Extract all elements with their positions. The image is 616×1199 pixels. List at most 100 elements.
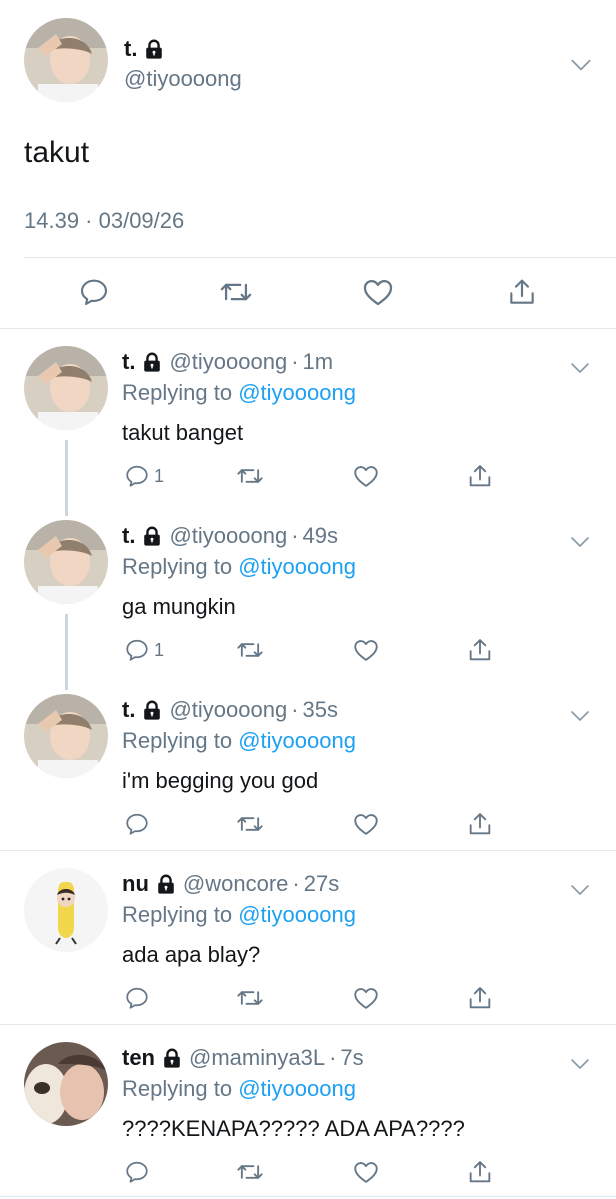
replying-to-link[interactable]: @tiyoooong (238, 902, 356, 927)
share-button[interactable] (466, 808, 494, 840)
tweet-timestamp[interactable]: 14.39 · 03/09/26 (24, 208, 184, 234)
like-button[interactable] (352, 808, 380, 840)
retweet-icon (236, 810, 264, 838)
author-name-text: t. (124, 36, 138, 61)
reply-header: t. @tiyoooong · 1m (122, 346, 333, 378)
like-button[interactable] (352, 982, 380, 1014)
heart-icon (352, 636, 380, 664)
retweet-button[interactable] (236, 982, 264, 1014)
retweet-button[interactable] (218, 274, 254, 310)
retweet-button[interactable] (236, 460, 264, 492)
share-button[interactable] (466, 634, 494, 666)
chevron-down-icon[interactable] (568, 704, 592, 728)
chevron-down-icon[interactable] (568, 1052, 592, 1076)
reply-icon (78, 276, 110, 308)
author-name[interactable]: nu (122, 871, 149, 897)
replying-to-prefix: Replying to (122, 554, 233, 579)
avatar[interactable] (24, 520, 108, 604)
retweet-button[interactable] (236, 634, 264, 666)
share-icon (506, 276, 538, 308)
separator-dot: · (291, 697, 299, 722)
lock-icon (141, 351, 163, 373)
divider (24, 257, 616, 258)
replying-to-link[interactable]: @tiyoooong (238, 380, 356, 405)
divider (0, 1196, 616, 1197)
like-button[interactable] (352, 1156, 380, 1188)
share-button[interactable] (466, 982, 494, 1014)
separator-dot: · (329, 1045, 337, 1070)
lock-icon (161, 1047, 183, 1069)
author-name[interactable]: ten (122, 1045, 155, 1071)
reply-button[interactable] (76, 274, 112, 310)
share-icon (466, 636, 494, 664)
separator-dot: · (292, 871, 300, 896)
reply-icon (124, 1159, 150, 1185)
avatar[interactable] (24, 346, 108, 430)
separator-dot: · (291, 523, 299, 548)
reply-header: t. @tiyoooong · 35s (122, 694, 338, 726)
author-handle[interactable]: @tiyoooong (169, 697, 287, 723)
reply-button[interactable] (124, 808, 150, 840)
author-name[interactable]: t. (122, 349, 135, 375)
reply-text: i'm begging you god (122, 768, 319, 793)
chevron-down-icon[interactable] (568, 52, 594, 78)
author-handle[interactable]: @tiyoooong (169, 523, 287, 549)
chevron-down-icon[interactable] (568, 356, 592, 380)
share-button[interactable] (466, 1156, 494, 1188)
reply-count: 1 (154, 465, 165, 486)
replying-to-prefix: Replying to (122, 902, 233, 927)
chevron-down-icon[interactable] (568, 530, 592, 554)
reply-count: 1 (154, 639, 165, 660)
replying-to-link[interactable]: @tiyoooong (238, 728, 356, 753)
reply-time: 49s (302, 523, 339, 548)
lock-icon (141, 525, 163, 547)
reply-time: 7s (340, 1045, 364, 1070)
like-button[interactable] (352, 634, 380, 666)
reply-icon (124, 985, 150, 1011)
reply-button[interactable]: 1 (124, 460, 164, 492)
like-button[interactable] (352, 460, 380, 492)
author-name: t. (124, 36, 165, 62)
share-button[interactable] (504, 274, 540, 310)
replying-to-prefix: Replying to (122, 1076, 233, 1101)
replying-to-prefix: Replying to (122, 380, 233, 405)
author-handle[interactable]: @woncore (183, 871, 289, 897)
author-name[interactable]: t. (122, 697, 135, 723)
reply-button[interactable] (124, 1156, 150, 1188)
author-handle[interactable]: @maminya3L (189, 1045, 325, 1071)
avatar[interactable] (24, 18, 108, 102)
share-icon (466, 462, 494, 490)
retweet-button[interactable] (236, 808, 264, 840)
replying-to: Replying to @tiyoooong (122, 554, 356, 580)
share-icon (466, 1158, 494, 1186)
lock-icon (155, 873, 177, 895)
reply-button[interactable]: 1 (124, 634, 164, 666)
reply-time: 1m (302, 349, 334, 374)
avatar[interactable] (24, 694, 108, 778)
separator-dot: · (291, 349, 299, 374)
replying-to-link[interactable]: @tiyoooong (238, 554, 356, 579)
divider (0, 1024, 616, 1025)
replying-to: Replying to @tiyoooong (122, 728, 356, 754)
chevron-down-icon[interactable] (568, 878, 592, 902)
author-handle[interactable]: @tiyoooong (169, 349, 287, 375)
retweet-icon (236, 984, 264, 1012)
replying-to-link[interactable]: @tiyoooong (238, 1076, 356, 1101)
reply-text: takut banget (122, 420, 244, 445)
like-button[interactable] (360, 274, 396, 310)
reply-time: 35s (302, 697, 339, 722)
retweet-icon (236, 636, 264, 664)
author-handle[interactable]: @tiyoooong (124, 66, 242, 92)
tweet-text: takut (24, 136, 90, 169)
divider (0, 328, 616, 329)
share-button[interactable] (466, 460, 494, 492)
author-name[interactable]: t. (122, 523, 135, 549)
retweet-icon (236, 1158, 264, 1186)
reply-icon (124, 811, 150, 837)
avatar[interactable] (24, 1042, 108, 1126)
reply-icon (124, 463, 150, 489)
avatar[interactable] (24, 868, 108, 952)
heart-icon (352, 984, 380, 1012)
reply-button[interactable] (124, 982, 150, 1014)
retweet-button[interactable] (236, 1156, 264, 1188)
